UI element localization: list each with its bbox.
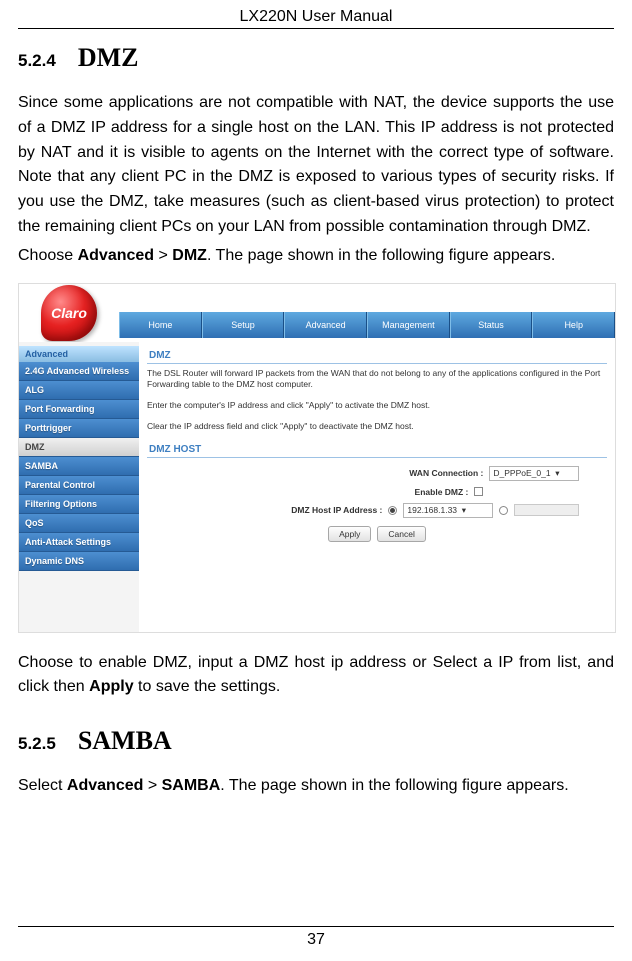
topnav-management[interactable]: Management: [367, 312, 450, 338]
ip-radio-manual[interactable]: [499, 506, 508, 515]
topnav-home[interactable]: Home: [119, 312, 202, 338]
side-item-filtering[interactable]: Filtering Options: [19, 495, 139, 514]
section-number: 5.2.4: [18, 51, 56, 71]
router-screenshot: Claro Home Setup Advanced Management Sta…: [18, 283, 616, 633]
text: to save the settings.: [134, 678, 281, 695]
text: >: [143, 777, 161, 794]
side-nav: Advanced 2.4G Advanced Wireless ALG Port…: [19, 342, 139, 632]
side-nav-heading: Advanced: [19, 346, 139, 362]
side-item-samba[interactable]: SAMBA: [19, 457, 139, 476]
topnav-help[interactable]: Help: [532, 312, 615, 338]
dmz-paragraph-2: Choose Advanced > DMZ. The page shown in…: [18, 244, 614, 269]
side-item-qos[interactable]: QoS: [19, 514, 139, 533]
text-bold: Advanced: [67, 777, 143, 794]
enable-checkbox[interactable]: [474, 487, 483, 496]
text-bold: Advanced: [78, 247, 154, 264]
side-item-ddns[interactable]: Dynamic DNS: [19, 552, 139, 571]
content-panel: DMZ The DSL Router will forward IP packe…: [139, 342, 615, 632]
text-bold: DMZ: [172, 247, 207, 264]
dmz-paragraph-3: Choose to enable DMZ, input a DMZ host i…: [18, 651, 614, 701]
ip-value: 192.168.1.33: [407, 505, 457, 515]
text: >: [154, 247, 172, 264]
wan-label: WAN Connection :: [409, 468, 483, 478]
ip-label: DMZ Host IP Address :: [291, 505, 382, 515]
side-item-dmz[interactable]: DMZ: [19, 438, 139, 457]
ip-manual-input[interactable]: [514, 504, 579, 516]
text-bold: SAMBA: [162, 777, 221, 794]
text: Select: [18, 777, 67, 794]
side-item-parental[interactable]: Parental Control: [19, 476, 139, 495]
section-heading-samba: 5.2.5 SAMBA: [18, 726, 614, 756]
panel-text-2: Enter the computer's IP address and clic…: [147, 400, 607, 411]
wan-select[interactable]: D_PPPoE_0_1 ▾: [489, 466, 579, 481]
host-title: DMZ HOST: [147, 442, 607, 458]
top-nav: Home Setup Advanced Management Status He…: [119, 284, 615, 342]
cancel-button[interactable]: Cancel: [377, 526, 425, 542]
text: . The page shown in the following figure…: [220, 777, 568, 794]
side-item-portfwd[interactable]: Port Forwarding: [19, 400, 139, 419]
topnav-setup[interactable]: Setup: [202, 312, 285, 338]
panel-text-1: The DSL Router will forward IP packets f…: [147, 368, 607, 390]
logo-area: Claro: [19, 284, 119, 342]
section-heading-dmz: 5.2.4 DMZ: [18, 43, 614, 73]
side-item-antiattack[interactable]: Anti-Attack Settings: [19, 533, 139, 552]
side-item-wireless[interactable]: 2.4G Advanced Wireless: [19, 362, 139, 381]
topnav-advanced[interactable]: Advanced: [284, 312, 367, 338]
panel-text-3: Clear the IP address field and click "Ap…: [147, 421, 607, 432]
apply-button[interactable]: Apply: [328, 526, 371, 542]
ip-radio-list[interactable]: [388, 506, 397, 515]
dmz-paragraph-1: Since some applications are not compatib…: [18, 91, 614, 240]
text-bold: Apply: [89, 678, 133, 695]
text: . The page shown in the following figure…: [207, 247, 555, 264]
side-item-alg[interactable]: ALG: [19, 381, 139, 400]
section-number: 5.2.5: [18, 734, 56, 754]
text: Choose: [18, 247, 78, 264]
section-title: SAMBA: [78, 726, 172, 756]
panel-title: DMZ: [147, 348, 607, 364]
enable-label: Enable DMZ :: [415, 487, 469, 497]
topnav-status[interactable]: Status: [450, 312, 533, 338]
wan-value: D_PPPoE_0_1: [493, 468, 550, 478]
section-title: DMZ: [78, 43, 139, 73]
samba-paragraph: Select Advanced > SAMBA. The page shown …: [18, 774, 614, 799]
page-number: 37: [18, 926, 614, 949]
doc-title: LX220N User Manual: [18, 8, 614, 29]
claro-logo: Claro: [41, 285, 97, 341]
ip-select[interactable]: 192.168.1.33 ▾: [403, 503, 493, 518]
side-item-porttrigger[interactable]: Porttrigger: [19, 419, 139, 438]
